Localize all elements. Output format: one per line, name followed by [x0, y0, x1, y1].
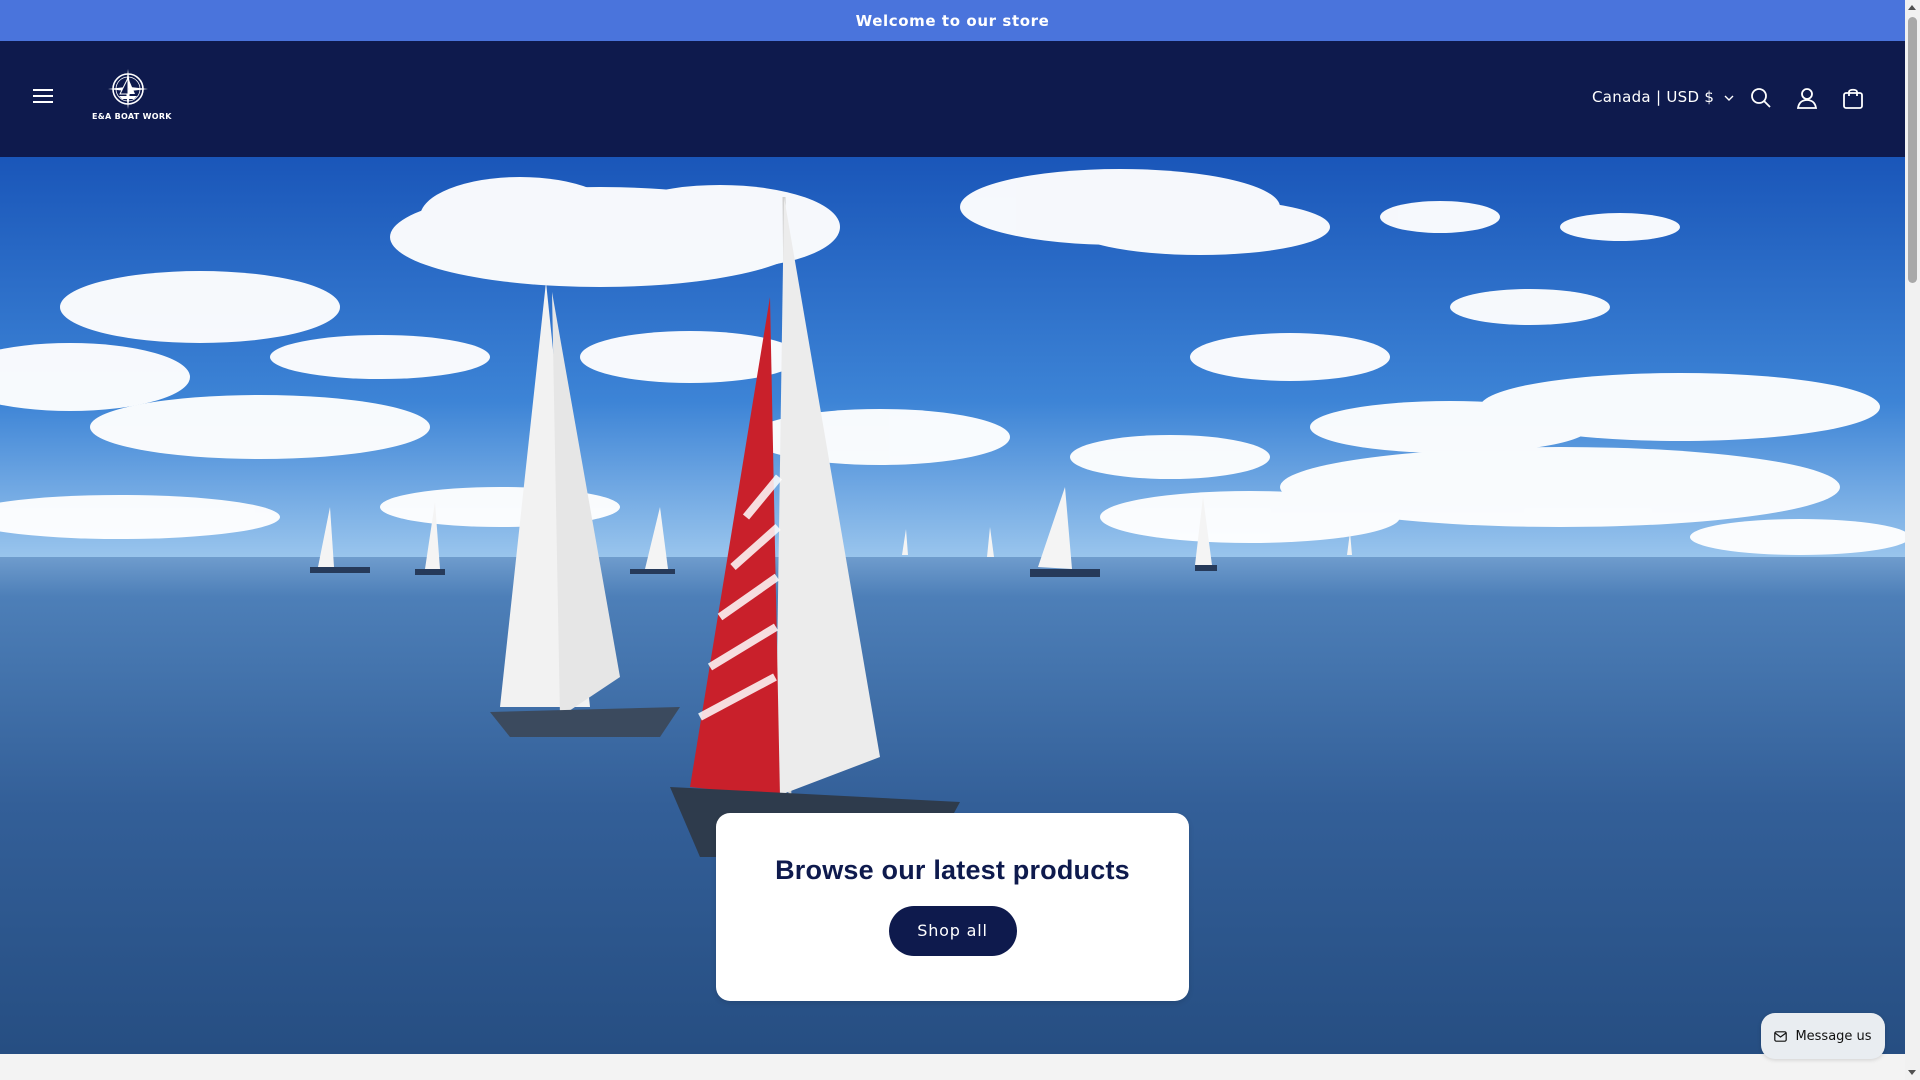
search-icon[interactable]: [1746, 83, 1776, 113]
store-logo[interactable]: E&A BOAT WORK: [92, 67, 172, 127]
announcement-bar: Welcome to our store: [0, 0, 1905, 41]
announcement-text: Welcome to our store: [855, 11, 1050, 30]
hero-banner: Browse our latest products Shop all: [0, 157, 1905, 1054]
message-us-button[interactable]: Message us: [1761, 1013, 1885, 1059]
country-currency-selector[interactable]: Canada | USD $: [1592, 85, 1734, 109]
page-scrollbar[interactable]: [1905, 0, 1920, 1080]
compass-boat-icon: [108, 69, 148, 109]
chevron-down-icon: [1724, 88, 1734, 106]
shop-all-button[interactable]: Shop all: [888, 906, 1017, 956]
site-header: E&A BOAT WORK Canada | USD $: [0, 41, 1905, 157]
hamburger-menu-icon[interactable]: [28, 81, 60, 113]
localization-label: Canada | USD $: [1592, 88, 1715, 106]
logo-text: E&A BOAT WORK: [92, 112, 172, 121]
hero-promo-card: Browse our latest products Shop all: [716, 813, 1189, 1001]
scroll-down-arrow-icon[interactable]: [1908, 1070, 1916, 1075]
message-us-label: Message us: [1795, 1028, 1872, 1044]
message-icon: [1774, 1030, 1788, 1042]
scroll-up-arrow-icon[interactable]: [1908, 5, 1916, 10]
cart-icon[interactable]: [1838, 83, 1868, 113]
scrollbar-thumb[interactable]: [1908, 17, 1917, 283]
account-icon[interactable]: [1792, 83, 1822, 113]
hero-heading: Browse our latest products: [775, 855, 1130, 885]
